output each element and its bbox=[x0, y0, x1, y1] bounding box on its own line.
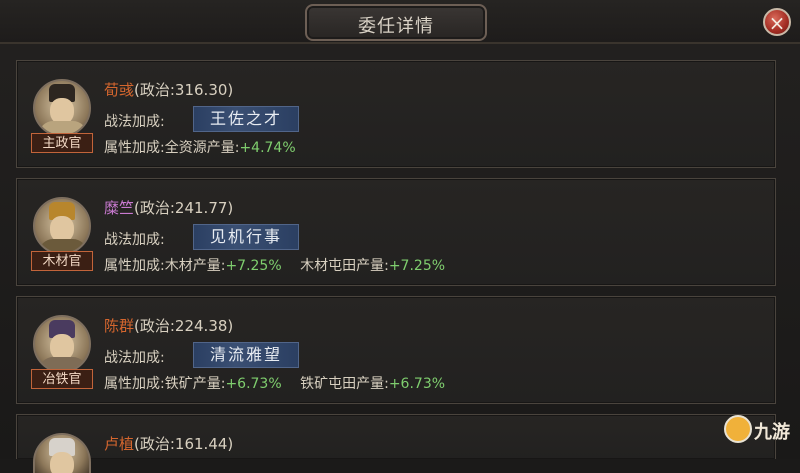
official-card[interactable]: 木材官 糜竺(政治:241.77) 战法加成: 见机行事 属性加成:木材产量:+… bbox=[16, 178, 776, 286]
tactic-label: 战法加成: bbox=[104, 114, 165, 130]
watermark-logo: 九游 bbox=[724, 413, 794, 453]
official-portrait[interactable] bbox=[33, 315, 91, 373]
official-name-line: 荀彧(政治:316.30) bbox=[104, 79, 233, 100]
tactic-chip[interactable]: 见机行事 bbox=[193, 224, 299, 250]
tactic-chip[interactable]: 王佐之才 bbox=[193, 106, 299, 132]
title-plate: 委任详情 bbox=[305, 4, 487, 41]
role-badge: 主政官 bbox=[31, 133, 93, 153]
role-badge: 冶铁官 bbox=[31, 369, 93, 389]
attribute-line: 属性加成:铁矿产量:+6.73% 铁矿屯田产量:+6.73% bbox=[104, 373, 445, 393]
official-name: 糜竺 bbox=[104, 199, 135, 217]
mascot-icon bbox=[724, 415, 752, 443]
attribute-label: 属性加成: bbox=[104, 140, 165, 156]
official-stat: (政治:224.38) bbox=[134, 317, 234, 335]
official-name-line: 陈群(政治:224.38) bbox=[104, 315, 233, 336]
official-name-line: 糜竺(政治:241.77) bbox=[104, 197, 233, 218]
watermark-text: 九游 bbox=[754, 422, 790, 443]
official-card[interactable]: 主政官 荀彧(政治:316.30) 战法加成: 王佐之才 属性加成:全资源产量:… bbox=[16, 60, 776, 168]
attribute-name: 铁矿屯田产量: bbox=[300, 376, 389, 392]
official-name: 荀彧 bbox=[104, 81, 135, 99]
tactic-label: 战法加成: bbox=[104, 350, 165, 366]
attribute-name: 铁矿产量: bbox=[164, 376, 226, 392]
tactic-label: 战法加成: bbox=[104, 232, 165, 248]
official-stat: (政治:161.44) bbox=[134, 435, 234, 453]
attribute-name: 木材屯田产量: bbox=[300, 258, 389, 274]
attribute-line: 属性加成:全资源产量:+4.74% bbox=[104, 137, 296, 157]
official-portrait[interactable] bbox=[33, 433, 91, 473]
official-stat: (政治:316.30) bbox=[134, 81, 234, 99]
attribute-label: 属性加成: bbox=[104, 376, 165, 392]
attribute-value: +4.74% bbox=[239, 140, 296, 156]
attribute-value: +7.25% bbox=[388, 258, 446, 274]
attribute-line: 属性加成:木材产量:+7.25% 木材屯田产量:+7.25% bbox=[104, 255, 445, 275]
official-portrait[interactable] bbox=[33, 79, 91, 137]
official-card[interactable]: 冶铁官 陈群(政治:224.38) 战法加成: 清流雅望 属性加成:铁矿产量:+… bbox=[16, 296, 776, 404]
official-name: 卢植 bbox=[104, 435, 135, 453]
role-badge: 木材官 bbox=[31, 251, 93, 271]
tactic-chip[interactable]: 清流雅望 bbox=[193, 342, 299, 368]
official-stat: (政治:241.77) bbox=[134, 199, 234, 217]
close-button[interactable]: × bbox=[763, 8, 791, 36]
attribute-label: 属性加成: bbox=[104, 258, 165, 274]
official-name-line: 卢植(政治:161.44) bbox=[104, 433, 233, 454]
official-name: 陈群 bbox=[104, 317, 135, 335]
attribute-value: +7.25% bbox=[225, 258, 282, 274]
attribute-value: +6.73% bbox=[388, 376, 446, 392]
attribute-name: 全资源产量: bbox=[164, 140, 240, 156]
official-portrait[interactable] bbox=[33, 197, 91, 255]
official-card[interactable]: 卢植(政治:161.44) bbox=[16, 414, 776, 473]
close-icon: × bbox=[768, 11, 786, 35]
dialog-title: 委任详情 bbox=[358, 16, 434, 37]
attribute-name: 木材产量: bbox=[164, 258, 226, 274]
attribute-value: +6.73% bbox=[225, 376, 282, 392]
